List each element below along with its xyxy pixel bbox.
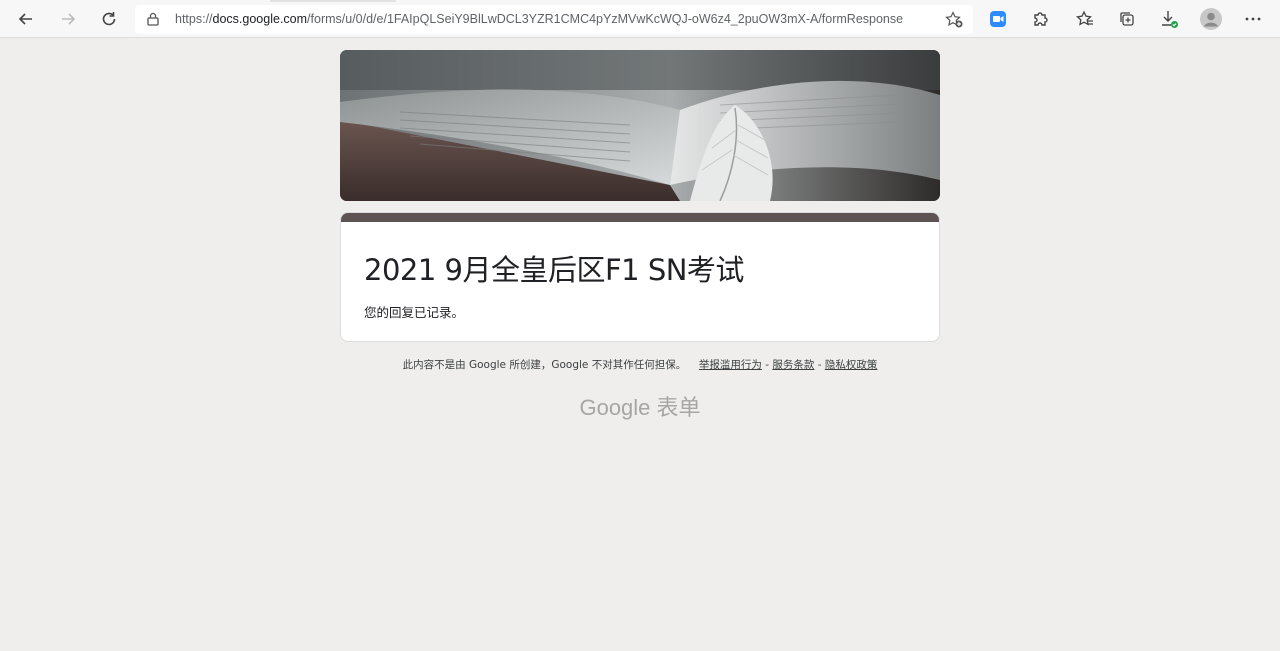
separator: - <box>761 359 773 371</box>
form-title: 2021 9月全皇后区F1 SN考试 <box>364 253 744 287</box>
url-prefix: https:// <box>175 12 213 26</box>
book-feather-illustration <box>340 50 940 201</box>
active-tab-indicator <box>270 0 396 2</box>
response-recorded-message: 您的回复已记录。 <box>364 305 465 320</box>
forward-button[interactable] <box>54 5 82 33</box>
back-button[interactable] <box>12 5 40 33</box>
extensions-icon <box>1034 12 1048 26</box>
add-favorite-icon[interactable] <box>945 11 963 28</box>
back-icon <box>18 13 32 25</box>
refresh-icon <box>102 12 116 26</box>
zoom-extension-button[interactable] <box>986 7 1010 31</box>
zoom-extension-icon <box>990 11 1006 27</box>
refresh-button[interactable] <box>95 5 123 33</box>
extensions-button[interactable] <box>1028 7 1052 31</box>
favorites-icon <box>1076 10 1093 26</box>
url-path: /forms/u/0/d/e/1FAIpQLSeiY9BlLwDCL3YZR1C… <box>307 12 904 26</box>
report-abuse-link[interactable]: 举报滥用行为 <box>699 359 762 371</box>
url-text[interactable]: https://docs.google.com/forms/u/0/d/e/1F… <box>175 12 935 26</box>
disclaimer-text: 此内容不是由 Google 所创建，Google 不对其作任何担保。 <box>402 359 687 371</box>
form-header-image <box>340 50 940 201</box>
google-forms-logo[interactable]: Google 表单 <box>340 390 940 422</box>
url-host: docs.google.com <box>212 12 308 26</box>
collections-button[interactable] <box>1115 7 1139 31</box>
more-button[interactable] <box>1241 7 1265 31</box>
lock-icon <box>147 12 159 26</box>
forward-icon <box>62 13 76 25</box>
more-icon <box>1245 17 1261 21</box>
downloads-button[interactable] <box>1157 7 1181 31</box>
card-accent-bar <box>341 213 939 222</box>
browser-toolbar: https://docs.google.com/forms/u/0/d/e/1F… <box>0 0 1280 38</box>
separator: - <box>814 359 825 371</box>
favorites-button[interactable] <box>1073 7 1097 31</box>
terms-of-service-link[interactable]: 服务条款 <box>772 359 814 371</box>
confirmation-card: 2021 9月全皇后区F1 SN考试 您的回复已记录。 <box>340 212 940 342</box>
profile-button[interactable] <box>1199 7 1223 31</box>
profile-icon <box>1200 8 1222 30</box>
address-bar[interactable]: https://docs.google.com/forms/u/0/d/e/1F… <box>135 5 973 34</box>
privacy-policy-link[interactable]: 隐私权政策 <box>825 359 878 371</box>
form-footer: 此内容不是由 Google 所创建，Google 不对其作任何担保。 举报滥用行… <box>340 357 940 372</box>
downloads-icon <box>1162 11 1178 28</box>
collections-icon <box>1120 12 1134 26</box>
